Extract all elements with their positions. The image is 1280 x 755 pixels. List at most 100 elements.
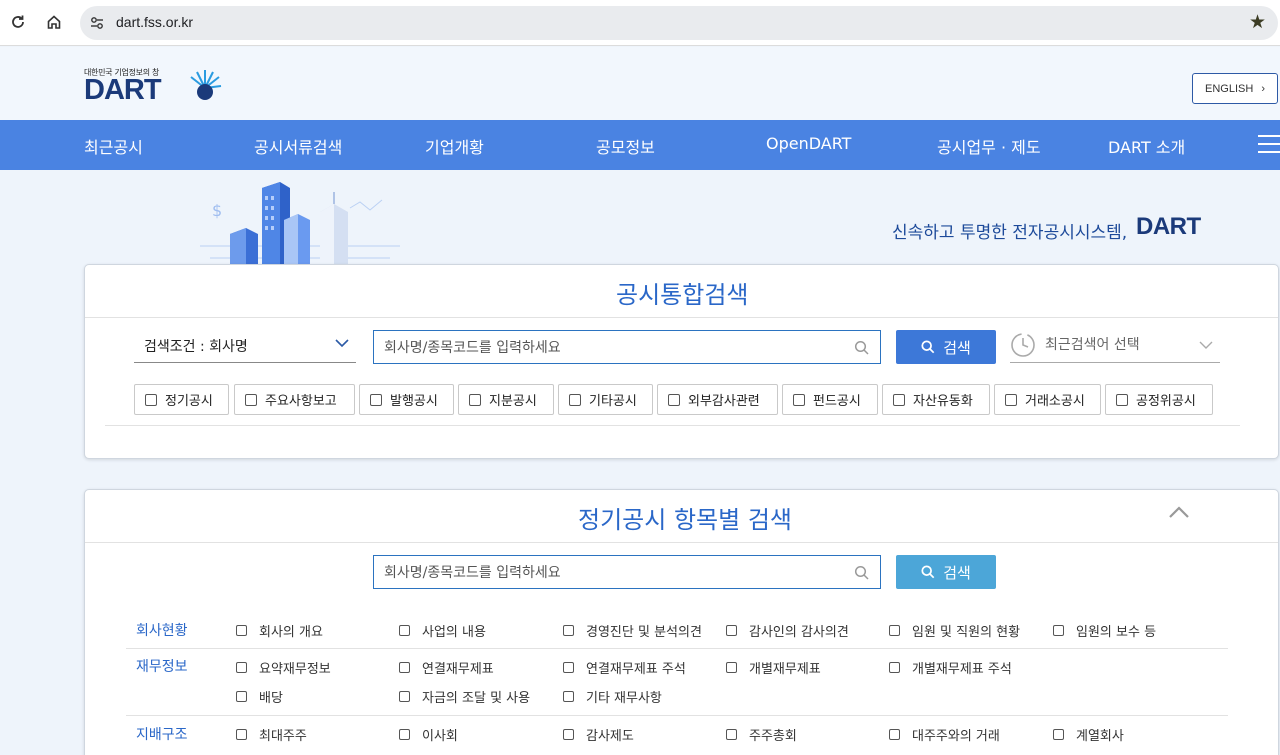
title-divider [85,317,1278,318]
option-label: 개별재무제표 [749,662,821,677]
checkbox[interactable] [889,662,900,673]
checkbox[interactable] [726,729,737,740]
filter-external-audit[interactable]: 외부감사관련 [657,384,778,415]
category-governance: 지배구조 [136,727,188,743]
nav-item-recent-disclosure[interactable]: 최근공시 [84,134,143,158]
nav-item-opendart[interactable]: OpenDART [766,134,851,153]
checkbox[interactable] [563,625,574,636]
option-largest-shareholder[interactable]: 최대주주 [236,725,307,744]
checkbox[interactable] [399,729,410,740]
integrated-search-button[interactable]: 검색 [896,330,996,364]
option-officers-employees[interactable]: 임원 및 직원의 현황 [889,621,1020,640]
option-label: 임원 및 직원의 현황 [912,625,1021,640]
svg-text:$: $ [212,201,222,220]
checkbox[interactable] [399,662,410,673]
option-summary-financials[interactable]: 요약재무정보 [236,658,331,677]
option-label: 임원의 보수 등 [1076,625,1157,640]
search-button-label: 검색 [943,338,971,357]
checkbox[interactable] [563,662,574,673]
option-company-overview[interactable]: 회사의 개요 [236,621,323,640]
recent-search-select[interactable]: 최근검색어 선택 [1010,329,1220,363]
nav-item-about-dart[interactable]: DART 소개 [1108,134,1185,158]
checkbox[interactable] [726,662,737,673]
checkbox[interactable] [793,393,805,406]
checkbox[interactable] [145,393,157,406]
option-dividends[interactable]: 배당 [236,687,283,706]
option-management-analysis[interactable]: 경영진단 및 분석의견 [563,621,702,640]
filter-fund-disclosure[interactable]: 펀드공시 [782,384,878,415]
filter-exchange-disclosure[interactable]: 거래소공시 [994,384,1101,415]
checkbox[interactable] [370,393,382,406]
option-fund-raising[interactable]: 자금의 조달 및 사용 [399,687,530,706]
url-text[interactable]: dart.fss.or.kr [116,14,193,30]
address-bar[interactable]: dart.fss.or.kr ★ [80,6,1278,40]
option-board[interactable]: 이사회 [399,725,458,744]
nav-item-offering-info[interactable]: 공모정보 [596,134,655,158]
filter-periodic-disclosure[interactable]: 정기공시 [134,384,229,415]
search-condition-select[interactable]: 검색조건 : 회사명 [134,329,356,363]
option-separate-notes[interactable]: 개별재무제표 주석 [889,658,1012,677]
site-settings-icon[interactable] [88,14,106,32]
chevron-up-icon[interactable] [1168,505,1190,519]
home-icon[interactable] [43,11,65,33]
search-icon [921,340,935,354]
periodic-search-button[interactable]: 검색 [896,555,996,589]
filter-major-issues[interactable]: 주요사항보고 [234,384,355,415]
checkbox[interactable] [889,729,900,740]
option-consolidated-notes[interactable]: 연결재무제표 주석 [563,658,686,677]
option-officer-compensation[interactable]: 임원의 보수 등 [1053,621,1156,640]
checkbox[interactable] [399,691,410,702]
option-label: 요약재무정보 [259,662,331,677]
company-search-placeholder: 회사명/종목코드를 입력하세요 [384,340,561,356]
nav-item-document-search[interactable]: 공시서류검색 [254,134,342,158]
checkbox[interactable] [236,729,247,740]
bookmark-star-icon[interactable]: ★ [1249,11,1266,33]
checkbox[interactable] [1116,393,1128,406]
filter-label: 주요사항보고 [265,394,337,409]
periodic-company-search-input[interactable]: 회사명/종목코드를 입력하세요 [373,555,881,589]
checkbox[interactable] [245,393,257,406]
filter-asset-securitization[interactable]: 자산유동화 [882,384,990,415]
checkbox[interactable] [236,625,247,636]
option-auditor-opinion[interactable]: 감사인의 감사의견 [726,621,849,640]
checkbox[interactable] [563,691,574,702]
option-other-financial[interactable]: 기타 재무사항 [563,687,662,706]
checkbox[interactable] [889,625,900,636]
nav-item-company-overview[interactable]: 기업개황 [425,134,484,158]
integrated-search-title: 공시통합검색 [616,281,749,309]
filter-issuance-disclosure[interactable]: 발행공시 [359,384,454,415]
option-consolidated-statements[interactable]: 연결재무제표 [399,658,494,677]
checkbox[interactable] [563,729,574,740]
option-audit-system[interactable]: 감사제도 [563,725,634,744]
checkbox[interactable] [1053,625,1064,636]
nav-item-disclosure-rules[interactable]: 공시업무 · 제도 [937,134,1041,158]
filter-ftc-disclosure[interactable]: 공정위공시 [1105,384,1213,415]
menu-icon[interactable] [1258,135,1280,155]
checkbox[interactable] [1053,729,1064,740]
filter-equity-disclosure[interactable]: 지분공시 [458,384,554,415]
option-label: 감사인의 감사의견 [749,625,849,640]
option-separate-statements[interactable]: 개별재무제표 [726,658,821,677]
chevron-right-icon: › [1261,82,1265,95]
filter-other-disclosure[interactable]: 기타공시 [558,384,653,415]
filter-label: 자산유동화 [913,394,973,409]
periodic-search-title: 정기공시 항목별 검색 [578,506,792,534]
checkbox[interactable] [236,662,247,673]
option-shareholders-meeting[interactable]: 주주총회 [726,725,797,744]
checkbox[interactable] [469,393,481,406]
english-button[interactable]: ENGLISH › [1192,73,1278,104]
option-affiliates[interactable]: 계열회사 [1053,725,1124,744]
filter-label: 정기공시 [165,394,213,409]
option-major-shareholder-transactions[interactable]: 대주주와의 거래 [889,725,1000,744]
company-search-input[interactable]: 회사명/종목코드를 입력하세요 [373,330,881,364]
option-business-content[interactable]: 사업의 내용 [399,621,486,640]
checkbox[interactable] [668,393,680,406]
checkbox[interactable] [893,393,905,406]
checkbox[interactable] [236,691,247,702]
checkbox[interactable] [569,393,581,406]
dart-logo[interactable]: 대한민국 기업정보의 창 DART [84,67,224,107]
reload-icon[interactable] [7,11,29,33]
checkbox[interactable] [1005,393,1017,406]
checkbox[interactable] [726,625,737,636]
checkbox[interactable] [399,625,410,636]
